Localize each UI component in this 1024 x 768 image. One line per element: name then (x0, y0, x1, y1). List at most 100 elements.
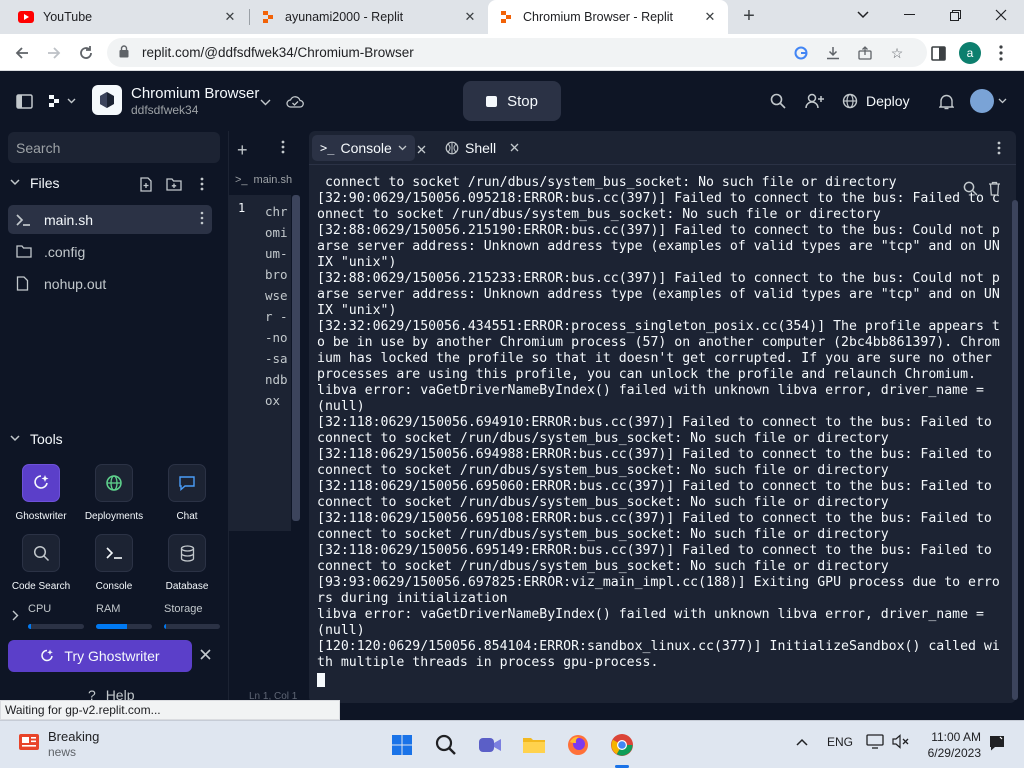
tab-youtube[interactable]: YouTube ✕ (8, 0, 248, 34)
close-window-button[interactable] (978, 0, 1024, 30)
volume-muted-icon[interactable] (892, 734, 910, 752)
console-search-icon[interactable] (963, 181, 978, 201)
tab-ayunami-replit[interactable]: ayunami2000 - Replit ✕ (250, 0, 488, 34)
install-app-icon[interactable] (823, 43, 843, 63)
tab-close-icon[interactable] (510, 141, 519, 155)
browser-toolbar: replit.com/@ddfsdfwek34/Chromium-Browser… (0, 34, 1024, 71)
tool-label: Ghostwriter (15, 511, 67, 522)
editor-tab-main-sh[interactable]: >_ main.sh (235, 174, 292, 186)
deploy-button[interactable]: Deploy (842, 86, 910, 116)
firefox-icon[interactable] (564, 731, 592, 759)
files-menu-icon[interactable] (193, 175, 211, 193)
repl-name[interactable]: Chromium Browser (131, 85, 259, 102)
news-widget[interactable]: Breaking news (18, 729, 99, 759)
new-folder-icon[interactable] (165, 175, 183, 193)
replit-menu-icon[interactable] (46, 91, 78, 111)
chevron-down-icon[interactable] (997, 97, 1007, 105)
stop-button[interactable]: Stop (463, 81, 561, 121)
video-call-icon[interactable] (476, 731, 504, 759)
reload-button[interactable] (74, 41, 98, 65)
tool-label: Console (95, 581, 133, 592)
file-name: nohup.out (44, 275, 107, 292)
code-editor[interactable]: 1 chromium-browser --no-sandbox (229, 195, 291, 531)
try-ghostwriter-button[interactable]: Try Ghostwriter (8, 640, 192, 672)
add-tab-icon[interactable]: + (237, 140, 248, 161)
tab-title: YouTube (43, 10, 93, 24)
toggle-sidebar-icon[interactable] (14, 91, 34, 111)
address-bar[interactable]: replit.com/@ddfsdfwek34/Chromium-Browser… (107, 38, 927, 67)
file-icon (16, 276, 34, 291)
profile-avatar[interactable]: a (959, 42, 981, 64)
side-panel-icon[interactable] (927, 42, 949, 64)
chevron-down-icon[interactable] (258, 95, 272, 109)
line-number: 1 (238, 201, 246, 215)
tab-shell[interactable]: Shell (437, 135, 527, 161)
tab-close-icon[interactable]: ✕ (702, 9, 718, 25)
new-file-icon[interactable] (137, 175, 155, 193)
chevron-down-icon[interactable] (398, 145, 407, 151)
file-item-nohup-out[interactable]: nohup.out (8, 269, 212, 298)
tool-label: Deployments (84, 511, 144, 522)
tool-deployments[interactable]: Deployments (74, 464, 154, 522)
tools-section-header[interactable]: Tools (10, 431, 63, 447)
tab-close-icon[interactable]: ✕ (222, 9, 238, 25)
maximize-button[interactable] (932, 0, 978, 30)
forward-button[interactable] (42, 41, 66, 65)
news-icon (18, 733, 40, 751)
search-icon[interactable] (768, 91, 788, 111)
new-tab-button[interactable]: + (738, 6, 760, 28)
tab-search-chevron-icon[interactable] (840, 0, 886, 30)
notification-bell-icon[interactable] (936, 91, 956, 111)
pane-menu-icon[interactable] (997, 141, 1001, 158)
search-input[interactable]: Search (8, 132, 220, 163)
input-language[interactable]: ENG (827, 735, 853, 749)
notifications-icon[interactable] (988, 734, 1006, 755)
editor-menu-icon[interactable] (281, 140, 285, 157)
left-sidebar: Search Files main.sh .config nohup.out T… (0, 131, 228, 703)
clear-console-trash-icon[interactable] (988, 181, 1001, 201)
news-subtitle: news (48, 745, 77, 759)
file-menu-icon[interactable] (200, 211, 204, 228)
deploy-globe-icon (842, 93, 858, 109)
chevron-right-icon[interactable] (9, 609, 21, 621)
tray-chevron-up-icon[interactable] (796, 735, 808, 749)
console-output[interactable]: connect to socket /run/dbus/system_bus_s… (317, 175, 1001, 695)
bookmark-star-icon[interactable]: ☆ (887, 43, 907, 63)
storage-usage-fill (164, 624, 166, 629)
user-avatar[interactable] (970, 89, 994, 113)
console-icon (95, 534, 133, 572)
file-item-main-sh[interactable]: main.sh (8, 205, 212, 234)
folder-icon (16, 245, 34, 258)
tab-close-icon[interactable]: ✕ (462, 9, 478, 25)
taskbar-clock[interactable]: 11:00 AM 6/29/2023 (921, 729, 981, 761)
browser-menu-icon[interactable] (990, 42, 1012, 64)
minimize-button[interactable] (886, 0, 932, 30)
taskbar-search-icon[interactable] (432, 731, 460, 759)
tab-close-icon[interactable] (417, 141, 426, 159)
tool-chat[interactable]: Chat (147, 464, 227, 522)
terminal-prompt-icon: >_ (235, 174, 248, 186)
file-item-config[interactable]: .config (8, 237, 212, 266)
windows-start-icon[interactable] (388, 731, 416, 759)
back-button[interactable] (10, 41, 34, 65)
google-icon[interactable] (791, 43, 811, 63)
tool-database[interactable]: Database (147, 534, 227, 592)
invite-user-icon[interactable] (804, 91, 826, 111)
display-icon[interactable] (866, 734, 884, 752)
close-icon[interactable] (200, 647, 211, 665)
files-section-header[interactable]: Files (10, 175, 60, 191)
console-tab-bar: >_ Console Shell (309, 131, 1016, 165)
tool-console[interactable]: Console (74, 534, 154, 592)
tool-ghostwriter[interactable]: Ghostwriter (1, 464, 81, 522)
console-scrollbar[interactable] (1012, 200, 1018, 700)
tab-chromium-replit[interactable]: Chromium Browser - Replit ✕ (488, 0, 728, 34)
repl-bash-icon (92, 85, 122, 115)
chrome-icon[interactable] (608, 731, 636, 759)
editor-scrollbar[interactable] (292, 195, 300, 521)
tab-console-label: Console (340, 140, 392, 156)
tab-title: ayunami2000 - Replit (285, 10, 404, 24)
tool-code-search[interactable]: Code Search (1, 534, 81, 592)
share-icon[interactable] (855, 43, 875, 63)
tab-console[interactable]: >_ Console (312, 135, 415, 161)
file-explorer-icon[interactable] (520, 731, 548, 759)
